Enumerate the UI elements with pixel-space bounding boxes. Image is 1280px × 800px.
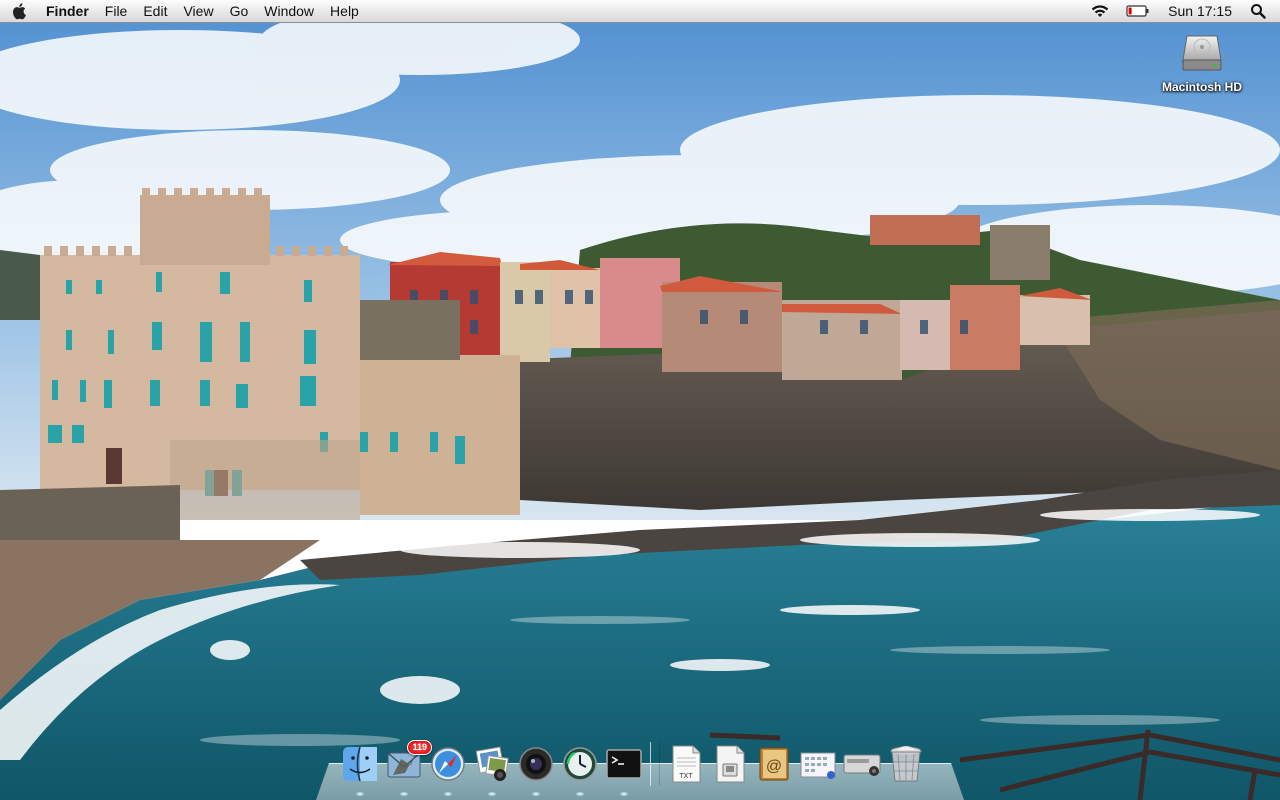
dock-text-document[interactable]: TXT [664,742,708,786]
safari-icon [431,747,465,781]
time-machine-icon [563,747,597,781]
dock-trash[interactable] [884,742,928,786]
dock-hardware-device[interactable] [840,742,884,786]
running-indicator [400,792,408,796]
dock-iphoto[interactable] [470,742,514,796]
menu-go[interactable]: Go [222,0,257,22]
running-indicator [356,792,364,796]
dock-address-book[interactable]: @ [752,742,796,786]
iphoto-icon [475,746,509,781]
finder-icon [343,746,377,782]
hard-drive-icon [1182,35,1222,71]
document-icon [716,745,745,783]
menu-clock[interactable]: Sun 17:15 [1158,0,1242,22]
desktop-icon-label: Macintosh HD [1161,80,1242,94]
running-indicator [444,792,452,796]
menu-bar: Finder File Edit View Go Window Help Sun… [0,0,1280,23]
menu-file[interactable]: File [97,0,136,22]
desktop-wallpaper [0,0,1280,800]
running-indicator [620,792,628,796]
menu-app-name[interactable]: Finder [40,0,97,22]
dock-time-machine[interactable] [558,742,602,796]
wifi-icon[interactable] [1082,0,1118,22]
battery-icon[interactable] [1118,0,1158,22]
dock-terminal[interactable] [602,742,646,796]
trash-icon [890,746,922,782]
dock-finder[interactable] [338,742,382,796]
menu-help[interactable]: Help [322,0,367,22]
apple-icon[interactable] [0,0,40,22]
running-indicator [532,792,540,796]
dock-separator [650,742,660,786]
calendar-grid-icon [800,752,836,779]
dock-document[interactable] [708,742,752,786]
menu-edit[interactable]: Edit [135,0,175,22]
dock: 119 TXT @ [316,738,964,800]
svg-text:@: @ [766,758,782,775]
desktop-icon-macintosh-hd[interactable]: Macintosh HD [1150,30,1254,94]
running-indicator [576,792,584,796]
menu-view[interactable]: View [175,0,221,22]
terminal-icon [606,749,642,779]
spotlight-icon[interactable] [1242,0,1280,22]
menu-window[interactable]: Window [256,0,322,22]
dock-photo-booth[interactable] [514,742,558,796]
photo-booth-icon [519,747,553,781]
txt-label: TXT [679,773,693,780]
hardware-device-icon [843,754,881,776]
dock-safari[interactable] [426,742,470,796]
running-indicator [488,792,496,796]
seaside-town-wallpaper [0,0,1280,800]
dock-mail[interactable]: 119 [382,740,432,796]
address-book-icon: @ [759,747,789,781]
text-document-icon: TXT [672,745,701,783]
dock-calendar-grid[interactable] [796,742,840,786]
menu-extras: Sun 17:15 [1082,0,1280,22]
